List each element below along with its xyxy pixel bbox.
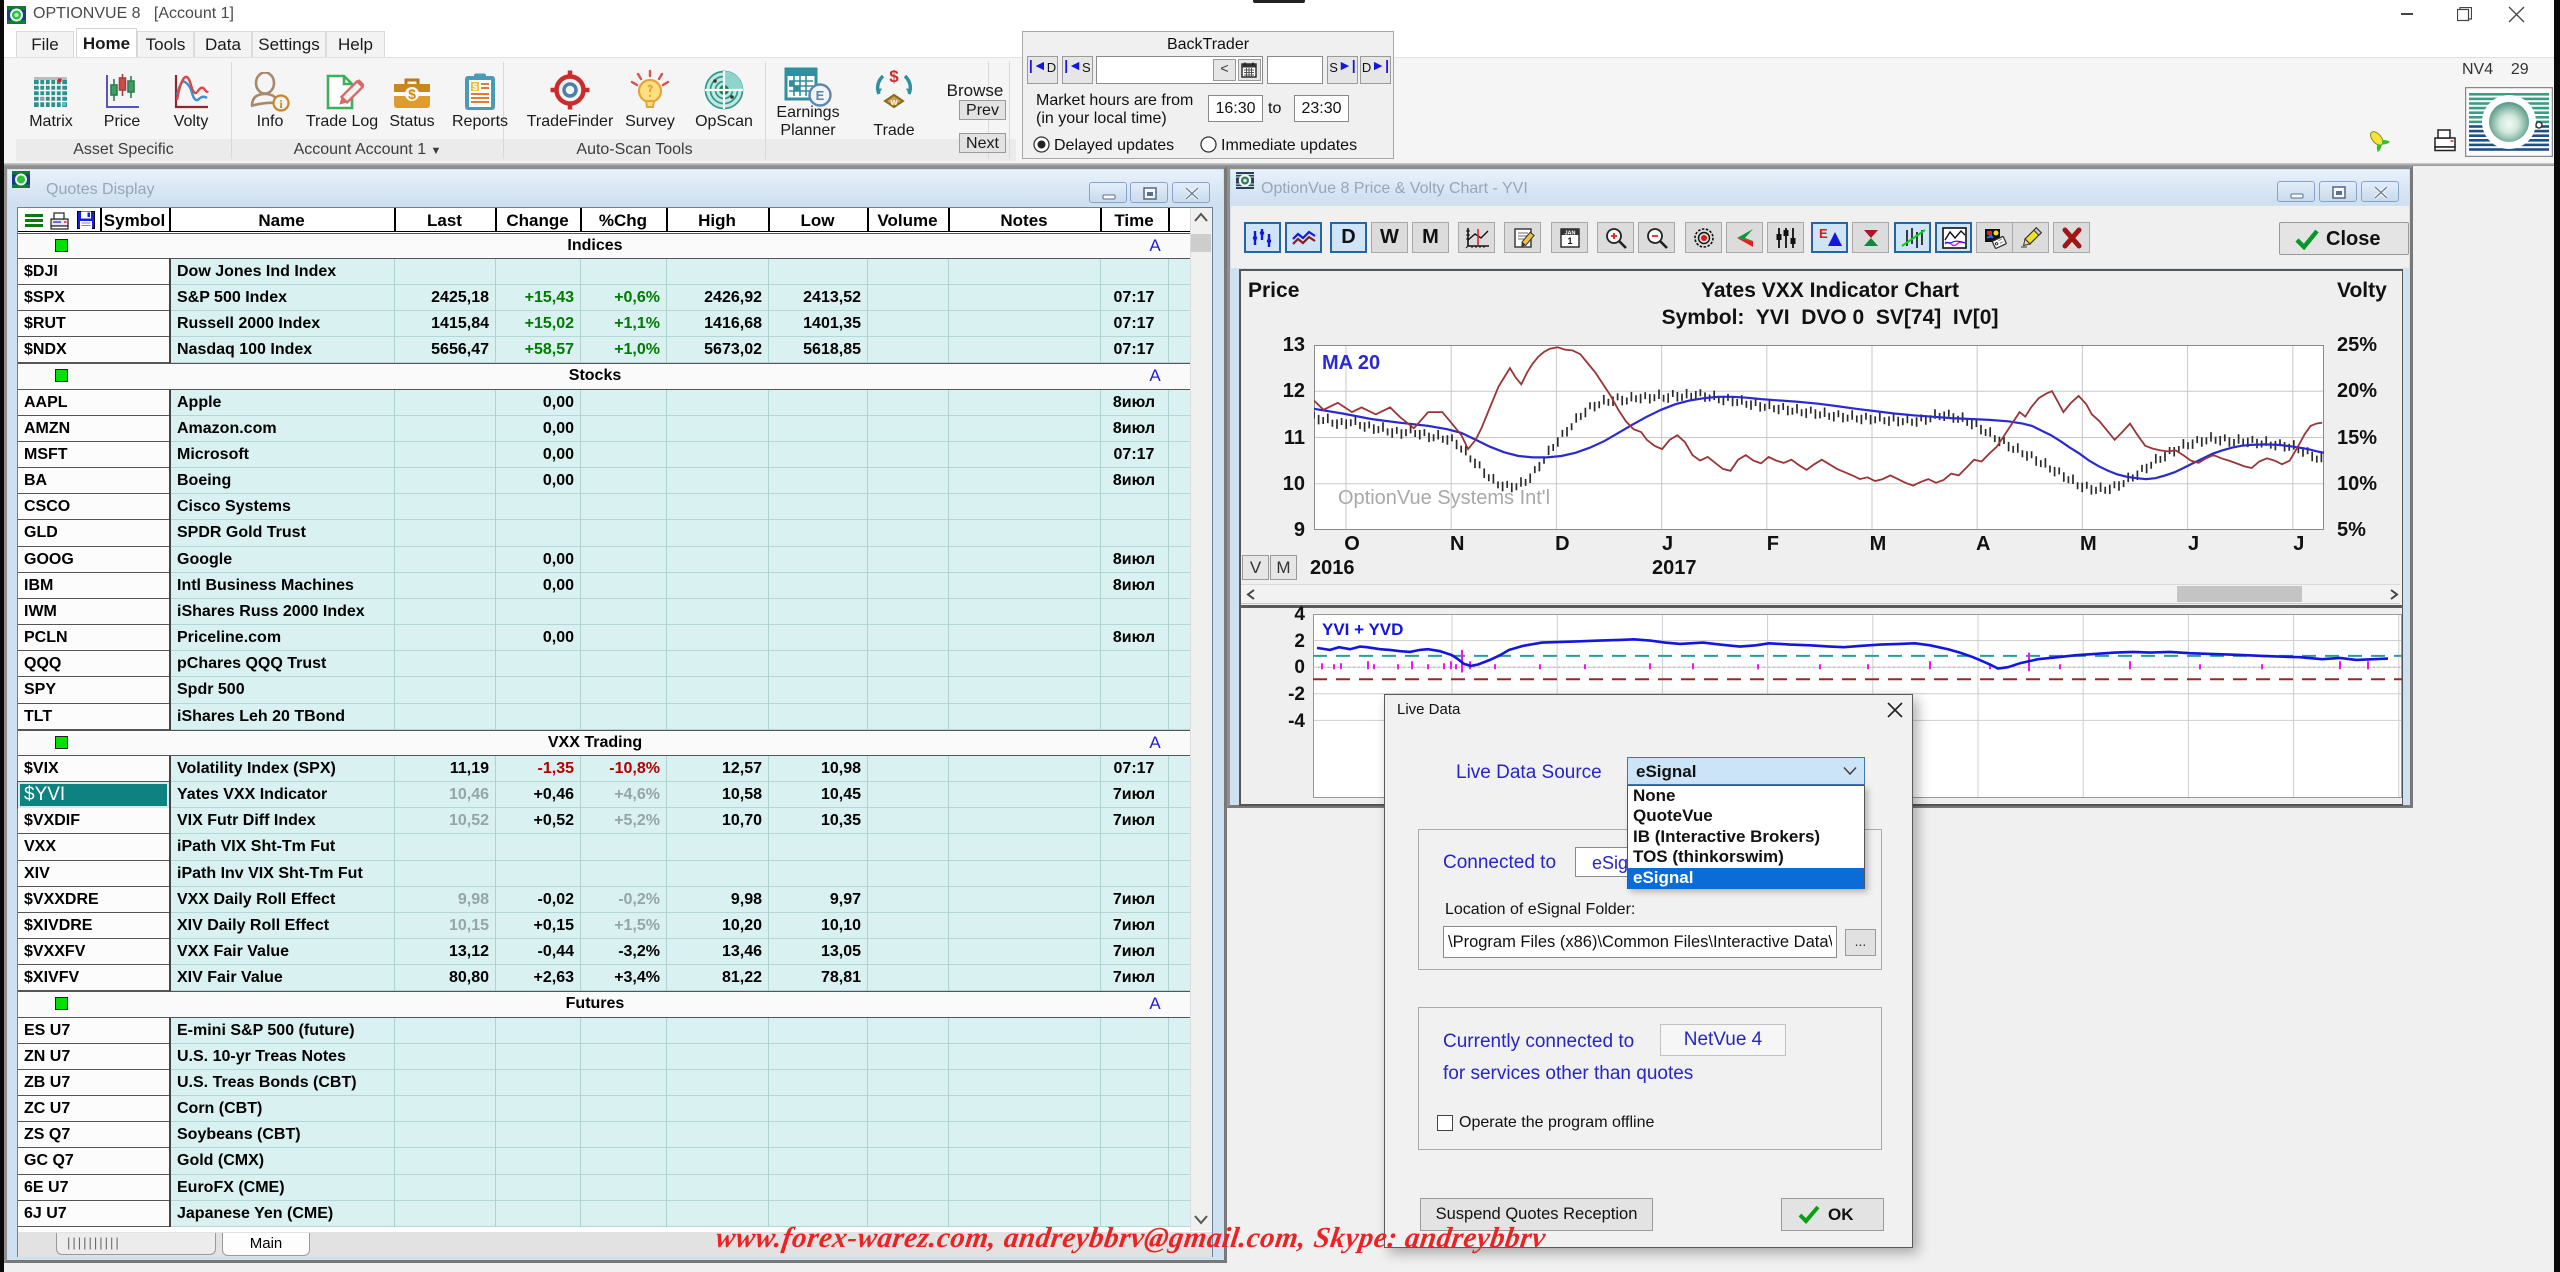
svg-text:w: w — [889, 97, 898, 107]
svg-text:1: 1 — [1567, 236, 1572, 246]
svg-text:E: E — [1819, 226, 1828, 241]
svg-text:$: $ — [472, 82, 477, 92]
svg-text:$: $ — [889, 68, 899, 86]
svg-text:E: E — [816, 88, 825, 103]
svg-text:$: $ — [408, 86, 416, 102]
